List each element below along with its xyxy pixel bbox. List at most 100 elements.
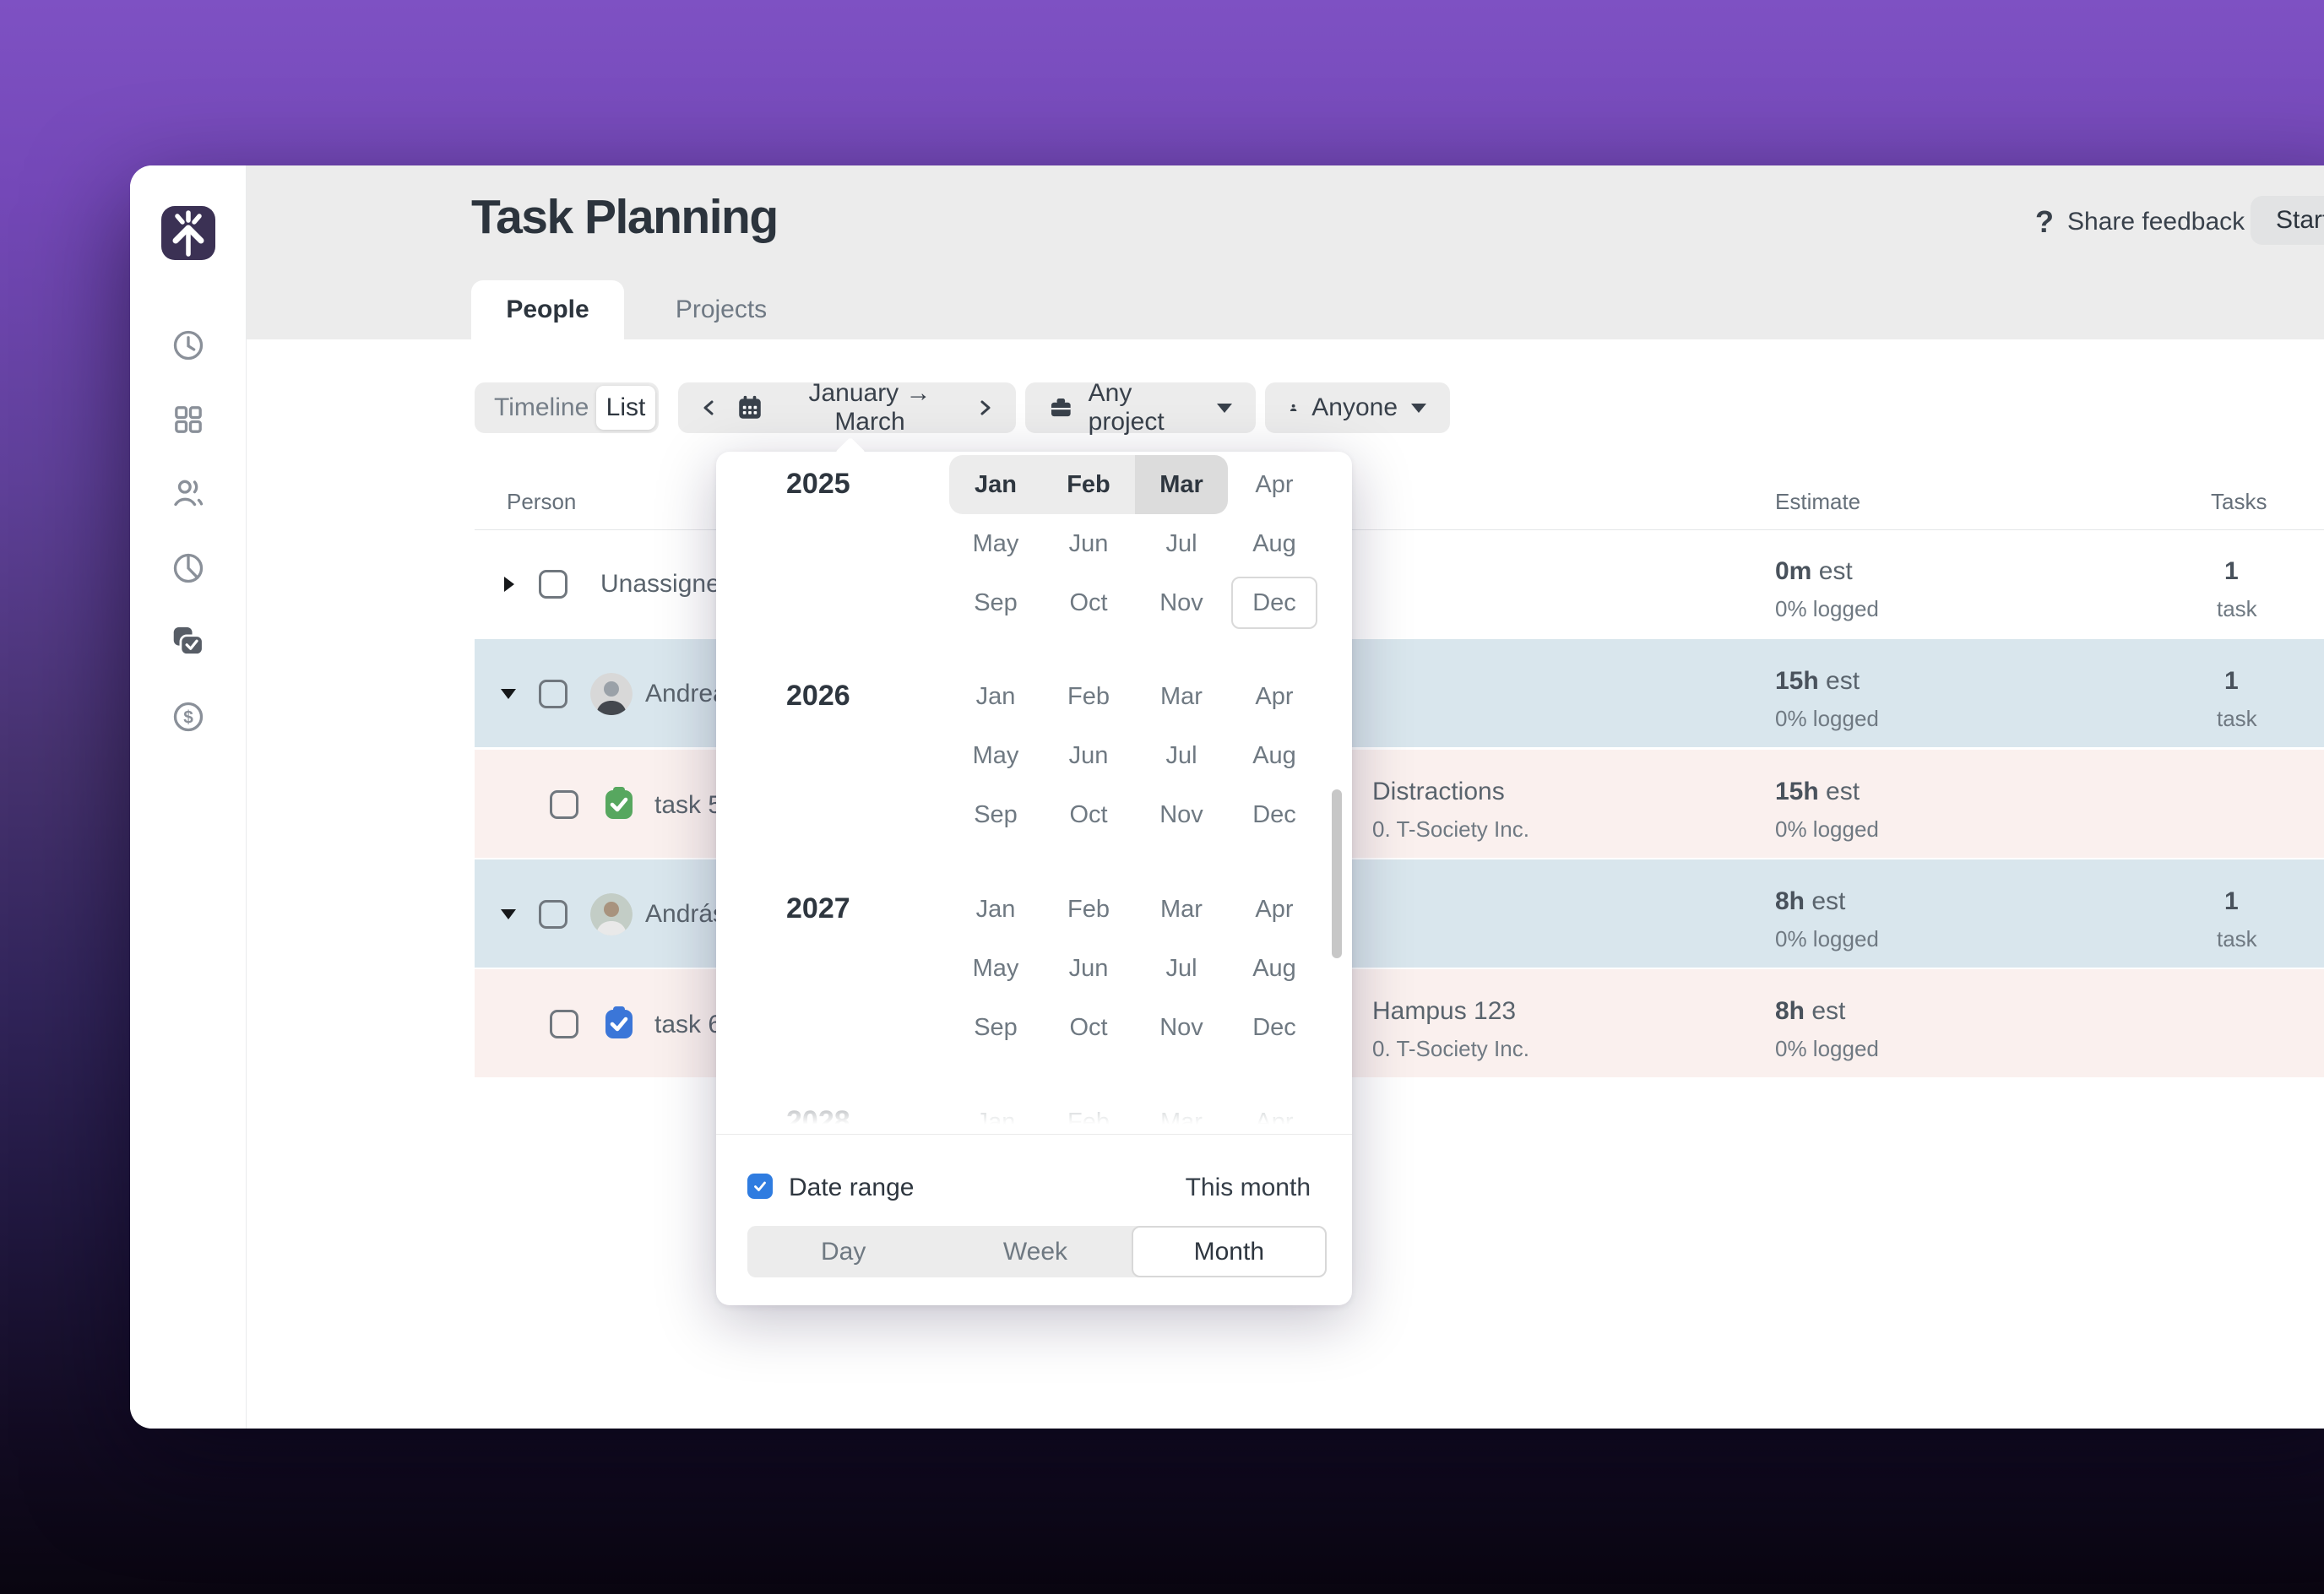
- row-checkbox[interactable]: [550, 790, 578, 819]
- granularity-month[interactable]: Month: [1131, 1226, 1327, 1277]
- month-cell-2027-Apr[interactable]: Apr: [1228, 880, 1321, 939]
- month-cell-2025-Jun[interactable]: Jun: [1042, 514, 1135, 573]
- tasks-count: 1: [2224, 557, 2239, 585]
- month-cell-2026-Jun[interactable]: Jun: [1042, 726, 1135, 785]
- start-button[interactable]: Start t: [2251, 196, 2324, 245]
- month-cell-2027-Mar[interactable]: Mar: [1135, 880, 1228, 939]
- pie-chart-icon: [173, 553, 204, 583]
- expand-caret-icon[interactable]: [504, 577, 514, 592]
- check-icon: [754, 1181, 766, 1191]
- chevron-down-icon: [1217, 403, 1232, 413]
- sidebar-item-team[interactable]: [171, 477, 205, 511]
- month-cell-2026-Aug[interactable]: Aug: [1228, 726, 1321, 785]
- tasks-unit: task: [2217, 926, 2257, 952]
- share-feedback-link[interactable]: ? Share feedback: [2035, 204, 2245, 240]
- date-range-button[interactable]: January → March: [678, 379, 1016, 436]
- chevron-left-icon[interactable]: [700, 398, 719, 417]
- month-cell-2027-Jul[interactable]: Jul: [1135, 939, 1228, 998]
- month-cell-2025-Jul[interactable]: Jul: [1135, 514, 1228, 573]
- avatar: [590, 893, 633, 935]
- chevron-down-icon: [1411, 403, 1426, 413]
- project-filter-label: Any project: [1088, 379, 1165, 436]
- sidebar-item-tasks[interactable]: [171, 626, 205, 659]
- column-header-person: Person: [507, 489, 577, 514]
- month-cell-2026-Jul[interactable]: Jul: [1135, 726, 1228, 785]
- month-cell-2025-Aug[interactable]: Aug: [1228, 514, 1321, 573]
- month-cell-2026-Apr[interactable]: Apr: [1228, 667, 1321, 726]
- estimate-value: 0m est: [1775, 557, 1853, 585]
- month-cell-2027-Nov[interactable]: Nov: [1135, 998, 1228, 1057]
- month-cell-2025-May[interactable]: May: [949, 514, 1042, 573]
- logged-value: 0% logged: [1775, 596, 1879, 621]
- collapse-caret-icon[interactable]: [501, 909, 516, 919]
- view-option-timeline[interactable]: Timeline: [494, 382, 589, 433]
- share-feedback-label: Share feedback: [2067, 208, 2245, 236]
- month-cell-2025-Jan[interactable]: Jan: [949, 455, 1042, 514]
- chevron-right-icon[interactable]: [975, 398, 994, 417]
- sidebar-item-dashboard[interactable]: [171, 403, 205, 436]
- sidebar-item-reports[interactable]: [171, 551, 205, 585]
- person-icon: [1290, 404, 1297, 411]
- month-cell-2027-Dec[interactable]: Dec: [1228, 998, 1321, 1057]
- timeline-label: Timeline: [494, 393, 589, 421]
- month-cell-2025-Apr[interactable]: Apr: [1228, 455, 1321, 514]
- people-filter-label: Anyone: [1311, 393, 1398, 421]
- month-cell-2025-Feb[interactable]: Feb: [1042, 455, 1135, 514]
- logged-value: 0% logged: [1775, 816, 1879, 842]
- tab-people[interactable]: People: [471, 280, 624, 339]
- date-range-checkbox-label[interactable]: Date range: [789, 1174, 914, 1202]
- month-cell-2027-Sep[interactable]: Sep: [949, 998, 1042, 1057]
- sidebar-item-timer[interactable]: [171, 328, 205, 362]
- briefcase-icon: [1051, 398, 1071, 417]
- start-button-label: Start t: [2276, 206, 2324, 234]
- month-cell-2025-Mar[interactable]: Mar: [1135, 455, 1228, 514]
- sidebar-item-billing[interactable]: $: [171, 700, 205, 734]
- granularity-week[interactable]: Week: [939, 1226, 1131, 1277]
- year-label-2025: 2025: [786, 468, 850, 500]
- date-range-label: January → March: [808, 379, 931, 436]
- month-cell-2027-Oct[interactable]: Oct: [1042, 998, 1135, 1057]
- desktop-background: Task Planning ? Share feedback Start t P…: [0, 0, 2324, 1594]
- month-cell-2027-Jan[interactable]: Jan: [949, 880, 1042, 939]
- month-cell-2027-May[interactable]: May: [949, 939, 1042, 998]
- month-cell-2027-Feb[interactable]: Feb: [1042, 880, 1135, 939]
- collapse-caret-icon[interactable]: [501, 689, 516, 699]
- month-cell-2027-Aug[interactable]: Aug: [1228, 939, 1321, 998]
- estimate-value: 8h est: [1775, 887, 1846, 915]
- tasks-unit: task: [2217, 706, 2257, 731]
- month-cell-2025-Sep[interactable]: Sep: [949, 573, 1042, 632]
- row-checkbox[interactable]: [539, 680, 567, 708]
- logged-value: 0% logged: [1775, 706, 1879, 731]
- month-scroll-area[interactable]: 2025 Jan Feb Mar Apr May Jun Jul Aug Sep Oct Nov Dec…: [716, 452, 1352, 1134]
- date-range-checkbox[interactable]: [747, 1174, 773, 1199]
- row-checkbox[interactable]: [550, 1010, 578, 1038]
- row-checkbox[interactable]: [539, 570, 567, 599]
- scrollbar-thumb[interactable]: [1332, 789, 1342, 958]
- column-header-tasks: Tasks: [2211, 489, 2267, 514]
- view-option-list[interactable]: List: [596, 386, 655, 430]
- year-block-2025: 2025 Jan Feb Mar Apr May Jun Jul Aug Sep Oct Nov Dec: [716, 455, 1352, 632]
- month-cell-2026-Dec[interactable]: Dec: [1228, 785, 1321, 844]
- month-cell-2026-Nov[interactable]: Nov: [1135, 785, 1228, 844]
- month-cell-2025-Nov[interactable]: Nov: [1135, 573, 1228, 632]
- month-cell-2026-May[interactable]: May: [949, 726, 1042, 785]
- month-cell-2025-Dec[interactable]: Dec: [1228, 573, 1321, 632]
- granularity-day[interactable]: Day: [747, 1226, 939, 1277]
- this-month-link[interactable]: This month: [1186, 1174, 1311, 1202]
- tab-projects[interactable]: Projects: [656, 280, 786, 339]
- toggl-plan-logo-icon: [172, 210, 204, 257]
- month-cell-2026-Oct[interactable]: Oct: [1042, 785, 1135, 844]
- page-title: Task Planning: [471, 190, 779, 244]
- month-cell-2026-Jan[interactable]: Jan: [949, 667, 1042, 726]
- row-checkbox[interactable]: [539, 900, 567, 929]
- month-cell-2026-Feb[interactable]: Feb: [1042, 667, 1135, 726]
- month-cell-2026-Mar[interactable]: Mar: [1135, 667, 1228, 726]
- project-filter-button[interactable]: Any project: [1025, 379, 1256, 436]
- month-cell-2025-Oct[interactable]: Oct: [1042, 573, 1135, 632]
- month-cell-2026-Sep[interactable]: Sep: [949, 785, 1042, 844]
- app-logo[interactable]: [161, 206, 215, 260]
- month-cell-2027-Jun[interactable]: Jun: [1042, 939, 1135, 998]
- scroll-fade-overlay: [716, 1071, 1352, 1134]
- avatar: [590, 673, 633, 715]
- people-filter-button[interactable]: Anyone: [1265, 382, 1450, 433]
